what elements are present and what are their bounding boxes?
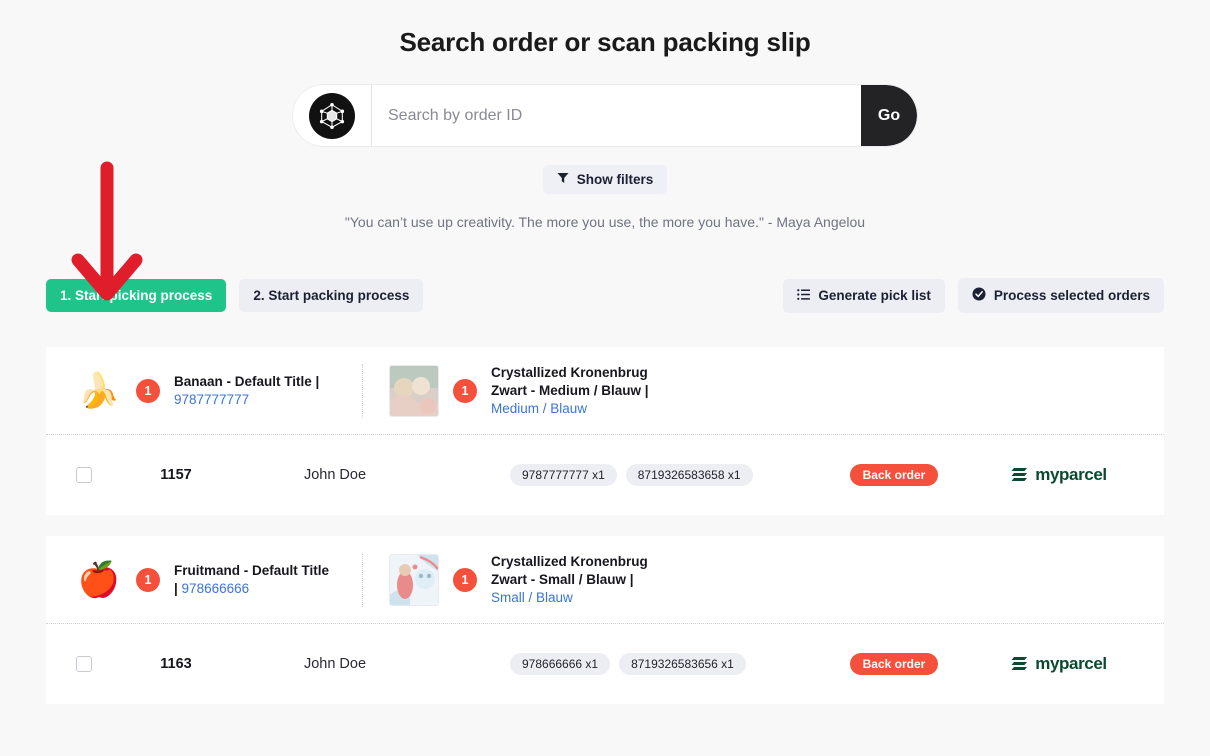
myparcel-label: myparcel <box>1035 465 1107 484</box>
funnel-icon <box>557 172 569 187</box>
search-go-button[interactable]: Go <box>861 85 917 146</box>
myparcel-logo: myparcel <box>1011 465 1107 485</box>
check-circle-icon <box>972 287 986 304</box>
order-id: 1157 <box>160 467 192 483</box>
product-description: Crystallized Kronenbrug Zwart - Small / … <box>491 553 651 607</box>
generate-pick-list-button[interactable]: Generate pick list <box>783 278 945 313</box>
order-card: 🍎 1 Fruitmand - Default Title | 97866666… <box>46 536 1164 704</box>
product-thumbnail-emoji: 🍎 <box>77 560 121 599</box>
show-filters-label: Show filters <box>576 172 654 187</box>
product-title: Crystallized Kronenbrug Zwart - Small / … <box>491 553 648 587</box>
product-title: Banaan - Default Title | <box>174 373 320 389</box>
motivational-quote: "You can’t use up creativity. The more y… <box>344 214 866 230</box>
action-toolbar: 1. Start picking process 2. Start packin… <box>0 278 1210 313</box>
order-summary-row: 1163 John Doe 978666666 x1 8719326583656… <box>46 624 1164 704</box>
start-packing-process-button[interactable]: 2. Start packing process <box>239 279 424 312</box>
filter-section: Show filters <box>0 165 1210 194</box>
sku-pill: 8719326583656 x1 <box>619 653 746 675</box>
order-summary-row: 1157 John Doe 9787777777 x1 871932658365… <box>46 435 1164 515</box>
order-id: 1163 <box>160 656 192 672</box>
orders-list: 🍌 1 Banaan - Default Title | 9787777777 <box>0 347 1210 704</box>
search-section: Go <box>0 84 1210 147</box>
product-item[interactable]: 🍌 1 Banaan - Default Title | 9787777777 <box>76 373 362 409</box>
order-carrier-cell: myparcel <box>984 465 1134 485</box>
product-thumbnail-image <box>389 553 439 606</box>
order-select-checkbox[interactable] <box>76 467 92 483</box>
start-picking-process-button[interactable]: 1. Start picking process <box>46 279 227 312</box>
product-quantity-badge: 1 <box>453 567 477 592</box>
sku-pill: 9787777777 x1 <box>510 464 617 486</box>
show-filters-button[interactable]: Show filters <box>542 165 668 194</box>
order-carrier-cell: myparcel <box>984 654 1134 674</box>
app-root: Search order or scan packing slip Search… <box>0 0 1210 756</box>
product-item[interactable]: 1 Crystallized Kronenbrug Zwart - Small … <box>362 552 679 607</box>
page-title: Search order or scan packing slip <box>399 27 811 57</box>
product-item[interactable]: 1 Crystallized Kronenbrug Zwart - Medium… <box>362 363 679 418</box>
order-status-cell: Back order <box>804 464 984 486</box>
product-thumbnail-image <box>389 364 439 417</box>
order-customer-name: John Doe <box>303 467 367 483</box>
myparcel-label: myparcel <box>1035 654 1107 673</box>
process-selected-orders-button[interactable]: Process selected orders <box>957 278 1164 313</box>
process-selected-orders-label: Process selected orders <box>993 288 1150 303</box>
product-thumbnail-emoji: 🍌 <box>77 371 121 410</box>
polyhedron-logo-icon <box>309 92 355 139</box>
product-strip: 🍌 1 Banaan - Default Title | 9787777777 <box>46 347 1164 435</box>
search-bar: Go <box>292 84 918 147</box>
generate-pick-list-label: Generate pick list <box>818 288 931 303</box>
product-variant[interactable]: Small / Blauw <box>491 590 573 605</box>
search-input[interactable] <box>371 85 861 146</box>
product-quantity-badge: 1 <box>136 567 160 592</box>
order-select-checkbox[interactable] <box>76 656 92 672</box>
product-description: Fruitmand - Default Title | 978666666 <box>174 562 334 598</box>
order-status-cell: Back order <box>804 653 984 675</box>
product-description: Banaan - Default Title | 9787777777 <box>174 373 334 409</box>
status-badge: Back order <box>849 653 939 675</box>
brand-logo <box>293 85 371 146</box>
order-card: 🍌 1 Banaan - Default Title | 9787777777 <box>46 347 1164 515</box>
product-item[interactable]: 🍎 1 Fruitmand - Default Title | 97866666… <box>76 562 362 598</box>
product-title: Crystallized Kronenbrug Zwart - Medium /… <box>491 364 649 398</box>
myparcel-logo: myparcel <box>1011 654 1107 674</box>
order-sku-pills: 9787777777 x1 8719326583658 x1 <box>410 464 804 486</box>
product-description: Crystallized Kronenbrug Zwart - Medium /… <box>491 364 651 418</box>
sku-pill: 978666666 x1 <box>510 653 611 675</box>
order-sku-pills: 978666666 x1 8719326583656 x1 <box>410 653 804 675</box>
sku-pill: 8719326583658 x1 <box>625 464 753 486</box>
product-quantity-badge: 1 <box>453 378 477 403</box>
product-strip: 🍎 1 Fruitmand - Default Title | 97866666… <box>46 536 1164 624</box>
status-badge: Back order <box>849 464 939 486</box>
list-icon <box>797 288 811 304</box>
product-quantity-badge: 1 <box>136 378 160 403</box>
product-sku[interactable]: 978666666 <box>182 581 250 596</box>
product-variant[interactable]: Medium / Blauw <box>491 401 587 416</box>
product-sku[interactable]: 9787777777 <box>174 392 249 407</box>
order-customer-name: John Doe <box>303 656 367 672</box>
